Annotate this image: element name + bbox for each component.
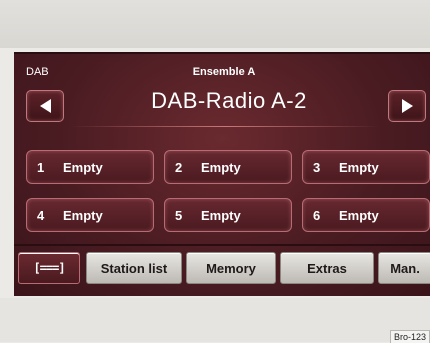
- manual-label: Man.: [390, 260, 420, 276]
- figure-code: Bro-123: [389, 330, 430, 343]
- header-divider: [70, 126, 380, 127]
- preset-button-5[interactable]: 5 Empty: [164, 198, 292, 232]
- preset-label: Empty: [63, 159, 103, 175]
- radio-header: DAB Ensemble A DAB-Radio A-2: [14, 54, 430, 134]
- softkey-divider: [14, 244, 430, 246]
- station-list-label: Station list: [100, 260, 168, 276]
- menu-icon: [===]: [33, 261, 65, 275]
- preset-label: Empty: [201, 159, 241, 175]
- next-station-button[interactable]: [388, 90, 426, 122]
- station-name: DAB-Radio A-2: [151, 88, 307, 113]
- manual-button[interactable]: Man.: [378, 252, 430, 284]
- preset-number: 1: [37, 159, 45, 175]
- preset-button-1[interactable]: 1 Empty: [26, 150, 154, 184]
- extras-label: Extras: [307, 260, 347, 276]
- page-background-text-top: [0, 0, 430, 48]
- preset-button-3[interactable]: 3 Empty: [302, 150, 430, 184]
- preset-label: Empty: [63, 207, 103, 223]
- memory-button[interactable]: Memory: [186, 252, 276, 284]
- triangle-right-icon: [401, 99, 413, 113]
- preset-number: 4: [37, 207, 45, 223]
- page-background-text-bottom: [0, 298, 430, 342]
- preset-number: 2: [175, 159, 183, 175]
- preset-number: 3: [313, 159, 321, 175]
- preset-label: Empty: [339, 159, 379, 175]
- extras-button[interactable]: Extras: [280, 252, 374, 284]
- menu-button[interactable]: [===]: [18, 252, 80, 284]
- radio-screen: DAB Ensemble A DAB-Radio A-2 1 Empty 2 E…: [14, 52, 430, 296]
- memory-label: Memory: [206, 260, 256, 276]
- preset-label: Empty: [339, 207, 379, 223]
- preset-number: 6: [313, 207, 321, 223]
- preset-grid: 1 Empty 2 Empty 3 Empty 4 Empty 5 Empty …: [26, 150, 430, 242]
- softkey-bar: [===] Station list Memory Extras Man.: [14, 252, 430, 286]
- preset-label: Empty: [201, 207, 241, 223]
- source-label: DAB: [26, 66, 49, 78]
- ensemble-name: Ensemble A: [192, 66, 256, 78]
- preset-number: 5: [175, 207, 183, 223]
- triangle-left-icon: [39, 99, 51, 113]
- preset-button-2[interactable]: 2 Empty: [164, 150, 292, 184]
- preset-button-6[interactable]: 6 Empty: [302, 198, 430, 232]
- station-list-button[interactable]: Station list: [86, 252, 182, 284]
- previous-station-button[interactable]: [26, 90, 64, 122]
- preset-button-4[interactable]: 4 Empty: [26, 198, 154, 232]
